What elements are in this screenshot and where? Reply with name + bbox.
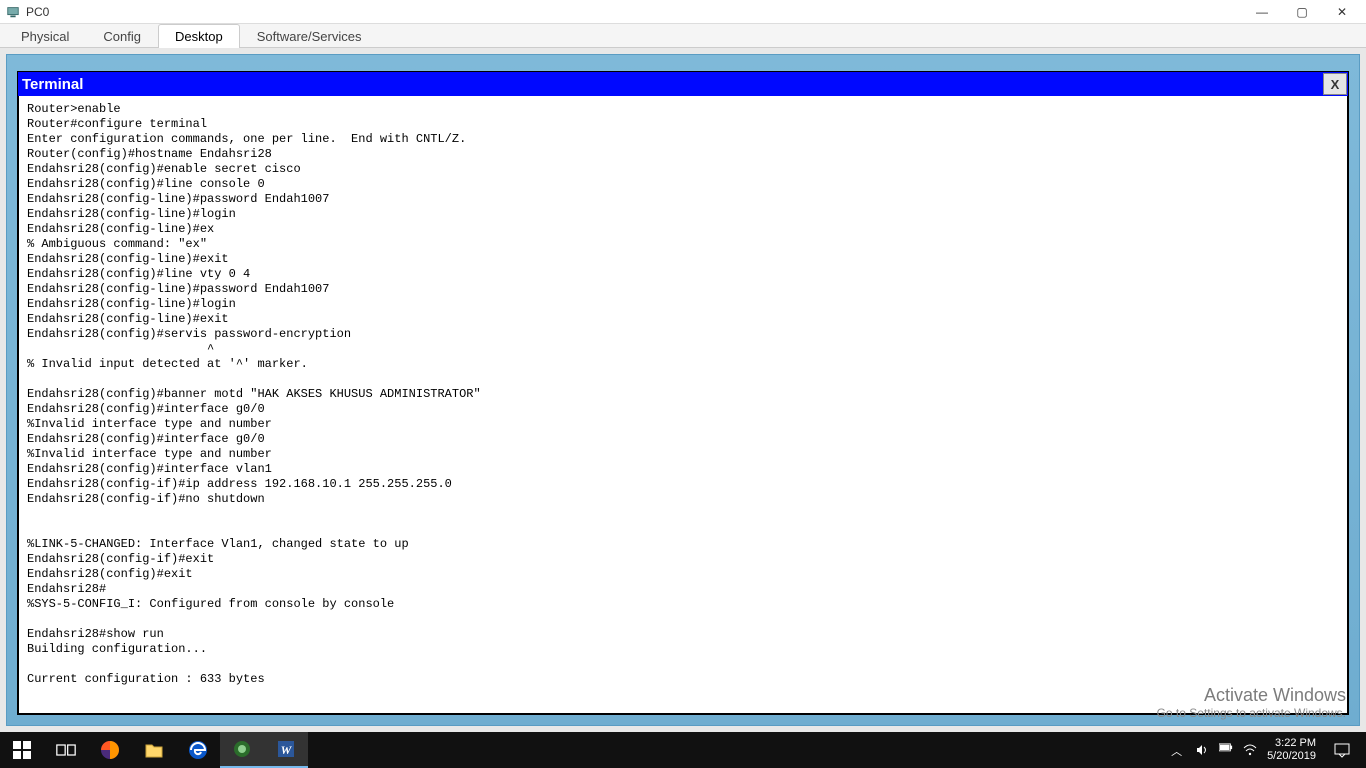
taskview-button[interactable] [44, 732, 88, 768]
taskbar-word[interactable]: W [264, 732, 308, 768]
tab-desktop[interactable]: Desktop [158, 24, 240, 48]
taskview-icon [56, 740, 76, 760]
minimize-button[interactable]: — [1242, 1, 1282, 23]
window-title: PC0 [26, 5, 1242, 19]
desktop-panel: Terminal X Router>enable Router#configur… [6, 54, 1360, 726]
taskbar-clock[interactable]: 3:22 PM 5/20/2019 [1267, 737, 1316, 763]
workspace: Terminal X Router>enable Router#configur… [0, 48, 1366, 732]
notification-icon [1334, 742, 1350, 758]
taskbar-packettracer[interactable] [220, 732, 264, 768]
firefox-icon [100, 740, 120, 760]
tab-config[interactable]: Config [86, 24, 158, 48]
svg-text:W: W [281, 743, 293, 757]
maximize-button[interactable]: ▢ [1282, 1, 1322, 23]
terminal-output[interactable]: Router>enable Router#configure terminal … [18, 96, 1348, 714]
taskbar[interactable]: W ︿ 3:22 PM 5/20/2019 [0, 732, 1366, 768]
terminal-titlebar[interactable]: Terminal X [18, 72, 1348, 96]
volume-icon[interactable] [1195, 743, 1209, 757]
window-controls: — ▢ ✕ [1242, 1, 1362, 23]
word-icon: W [276, 739, 296, 759]
pc-icon [6, 5, 20, 19]
terminal-window: Terminal X Router>enable Router#configur… [17, 71, 1349, 715]
wifi-icon[interactable] [1243, 743, 1257, 757]
close-button[interactable]: ✕ [1322, 1, 1362, 23]
terminal-close-button[interactable]: X [1323, 73, 1347, 95]
windows-icon [12, 740, 32, 760]
taskbar-firefox[interactable] [88, 732, 132, 768]
terminal-title: Terminal [22, 76, 1323, 93]
app-window: PC0 — ▢ ✕ Physical Config Desktop Softwa… [0, 0, 1366, 732]
tab-physical[interactable]: Physical [4, 24, 86, 48]
packettracer-icon [232, 739, 252, 759]
tab-software[interactable]: Software/Services [240, 24, 379, 48]
tray-chevron-icon[interactable]: ︿ [1171, 743, 1185, 757]
battery-icon[interactable] [1219, 743, 1233, 757]
tab-bar: Physical Config Desktop Software/Service… [0, 24, 1366, 48]
taskbar-explorer[interactable] [132, 732, 176, 768]
taskbar-edge[interactable] [176, 732, 220, 768]
titlebar[interactable]: PC0 — ▢ ✕ [0, 0, 1366, 24]
edge-icon [188, 740, 208, 760]
start-button[interactable] [0, 732, 44, 768]
taskbar-time: 3:22 PM [1267, 737, 1316, 750]
folder-icon [144, 740, 164, 760]
system-tray[interactable]: ︿ 3:22 PM 5/20/2019 [1171, 732, 1366, 768]
taskbar-date: 5/20/2019 [1267, 750, 1316, 763]
action-center-button[interactable] [1326, 732, 1358, 768]
